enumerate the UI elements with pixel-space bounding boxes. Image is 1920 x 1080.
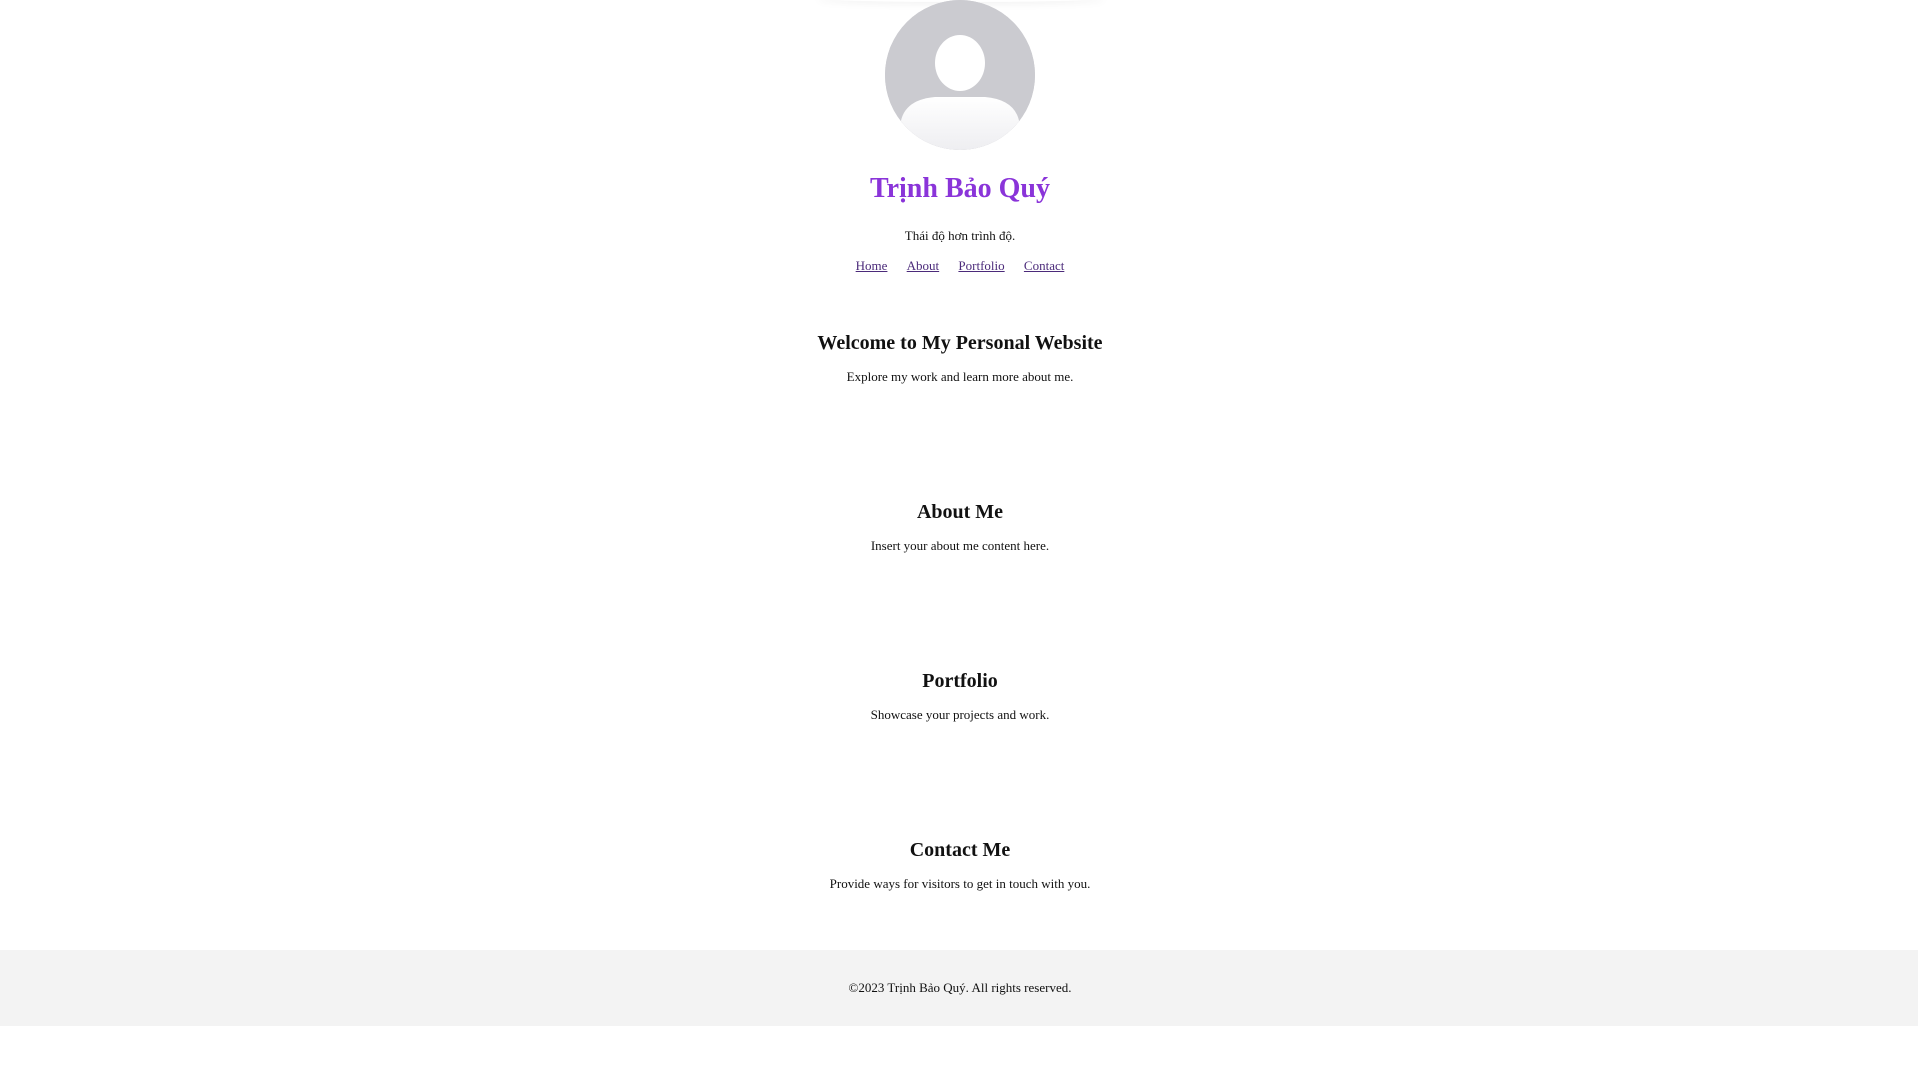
nav-link-about[interactable]: About	[907, 258, 940, 273]
nav-link-contact[interactable]: Contact	[1024, 258, 1064, 273]
nav-link-home[interactable]: Home	[856, 258, 888, 273]
home-title: Welcome to My Personal Website	[817, 332, 1103, 354]
home-section: Welcome to My Personal Website Explore m…	[0, 332, 1920, 385]
portfolio-title: Portfolio	[922, 670, 998, 692]
site-name: Trịnh Bảo Quý	[870, 173, 1050, 204]
page: Trịnh Bảo Quý Thái độ hơn trình độ. Home…	[0, 0, 1920, 1080]
contact-text: Provide ways for visitors to get in touc…	[829, 876, 1091, 891]
main-nav: Home About Portfolio Contact	[0, 258, 1920, 274]
copyright-text: ©2023 Trịnh Bảo Quý. All rights reserved…	[848, 980, 1072, 995]
portfolio-section: Portfolio Showcase your projects and wor…	[0, 670, 1920, 723]
about-text: Insert your about me content here.	[870, 538, 1050, 553]
tagline: Thái độ hơn trình độ.	[904, 228, 1016, 243]
nav-link-portfolio[interactable]: Portfolio	[958, 258, 1004, 273]
portfolio-text: Showcase your projects and work.	[870, 707, 1050, 722]
contact-title: Contact Me	[909, 839, 1011, 861]
home-text: Explore my work and learn more about me.	[846, 369, 1074, 384]
contact-section: Contact Me Provide ways for visitors to …	[0, 839, 1920, 892]
about-title: About Me	[916, 501, 1004, 523]
avatar	[885, 0, 1035, 150]
about-section: About Me Insert your about me content he…	[0, 501, 1920, 554]
user-silhouette-icon	[885, 0, 1035, 150]
site-footer: ©2023 Trịnh Bảo Quý. All rights reserved…	[0, 950, 1920, 1026]
